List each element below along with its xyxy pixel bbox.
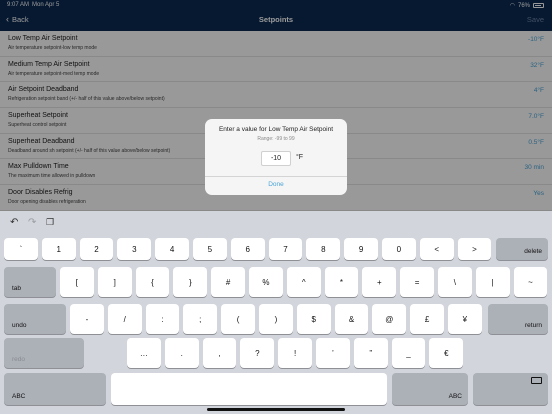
key[interactable]: < — [419, 238, 454, 260]
paste-icon[interactable]: ❐ — [46, 217, 54, 228]
key[interactable]: , — [202, 338, 237, 368]
dialog-divider — [205, 176, 347, 177]
undo-icon[interactable]: ↶ — [10, 217, 18, 228]
key[interactable]: } — [173, 267, 208, 297]
tab-key[interactable]: tab — [4, 267, 56, 297]
key[interactable]: \ — [438, 267, 472, 297]
home-indicator — [207, 408, 345, 411]
key[interactable]: ~ — [513, 267, 548, 297]
key[interactable]: { — [135, 267, 170, 297]
key[interactable]: 3 — [117, 238, 152, 260]
undo-key[interactable]: undo — [4, 304, 66, 334]
key[interactable]: / — [107, 304, 142, 334]
key[interactable]: ” — [353, 338, 388, 368]
key[interactable]: [ — [60, 267, 94, 297]
key[interactable]: + — [362, 267, 397, 297]
keyboard-dismiss-icon — [531, 377, 542, 384]
done-button[interactable]: Done — [205, 181, 347, 188]
key[interactable]: ? — [240, 338, 275, 368]
key[interactable]: = — [400, 267, 434, 297]
key[interactable]: ’ — [316, 338, 350, 368]
key[interactable]: … — [127, 338, 161, 368]
key[interactable]: ( — [221, 304, 255, 334]
abc-key-left[interactable]: ABC — [4, 373, 106, 405]
key[interactable]: 2 — [79, 238, 114, 260]
key[interactable]: ` — [4, 238, 38, 260]
key[interactable]: 6 — [230, 238, 265, 260]
key[interactable]: . — [164, 338, 199, 368]
redo-key[interactable]: redo — [4, 338, 84, 368]
key[interactable]: : — [145, 304, 180, 334]
key[interactable]: ^ — [286, 267, 321, 297]
key[interactable]: _ — [391, 338, 426, 368]
key[interactable]: ) — [259, 304, 293, 334]
keyboard-toolbar: ↶ ↷ ❐ — [0, 211, 552, 235]
unit-label: °F — [296, 154, 304, 161]
key[interactable]: @ — [372, 304, 407, 334]
key[interactable]: 9 — [344, 238, 378, 260]
key[interactable]: | — [475, 267, 510, 297]
dismiss-keyboard-key[interactable] — [473, 373, 548, 405]
key[interactable]: 8 — [306, 238, 341, 260]
key[interactable]: $ — [296, 304, 331, 334]
key[interactable]: 7 — [268, 238, 303, 260]
key[interactable]: # — [211, 267, 245, 297]
key[interactable]: > — [457, 238, 492, 260]
key[interactable]: ! — [278, 338, 312, 368]
key[interactable]: ; — [183, 304, 218, 334]
key[interactable]: * — [324, 267, 359, 297]
dialog-title: Enter a value for Low Temp Air Setpoint — [218, 126, 334, 133]
key[interactable]: % — [249, 267, 283, 297]
key[interactable]: € — [429, 338, 464, 368]
key[interactable]: - — [70, 304, 104, 334]
key[interactable]: ¥ — [448, 304, 482, 334]
key[interactable]: 5 — [193, 238, 227, 260]
dialog-range: Range: -99 to 99 — [257, 136, 295, 142]
key[interactable]: & — [334, 304, 369, 334]
abc-key-right[interactable]: ABC — [392, 373, 468, 405]
delete-key[interactable]: delete — [496, 238, 548, 260]
space-key[interactable] — [111, 373, 387, 405]
return-key[interactable]: return — [488, 304, 548, 334]
key[interactable]: 4 — [155, 238, 189, 260]
value-entry-dialog: Enter a value for Low Temp Air Setpoint … — [205, 119, 347, 195]
key[interactable]: £ — [410, 304, 444, 334]
value-input[interactable]: -10 — [261, 151, 291, 166]
redo-icon[interactable]: ↷ — [28, 217, 36, 228]
key[interactable]: ] — [97, 267, 132, 297]
key[interactable]: 1 — [41, 238, 76, 260]
keyboard: ↶ ↷ ❐ ` 1 2 3 4 5 6 7 8 9 0 < > delete tab[]{} #% ^ * + = \ |… — [0, 211, 552, 414]
key[interactable]: 0 — [382, 238, 416, 260]
